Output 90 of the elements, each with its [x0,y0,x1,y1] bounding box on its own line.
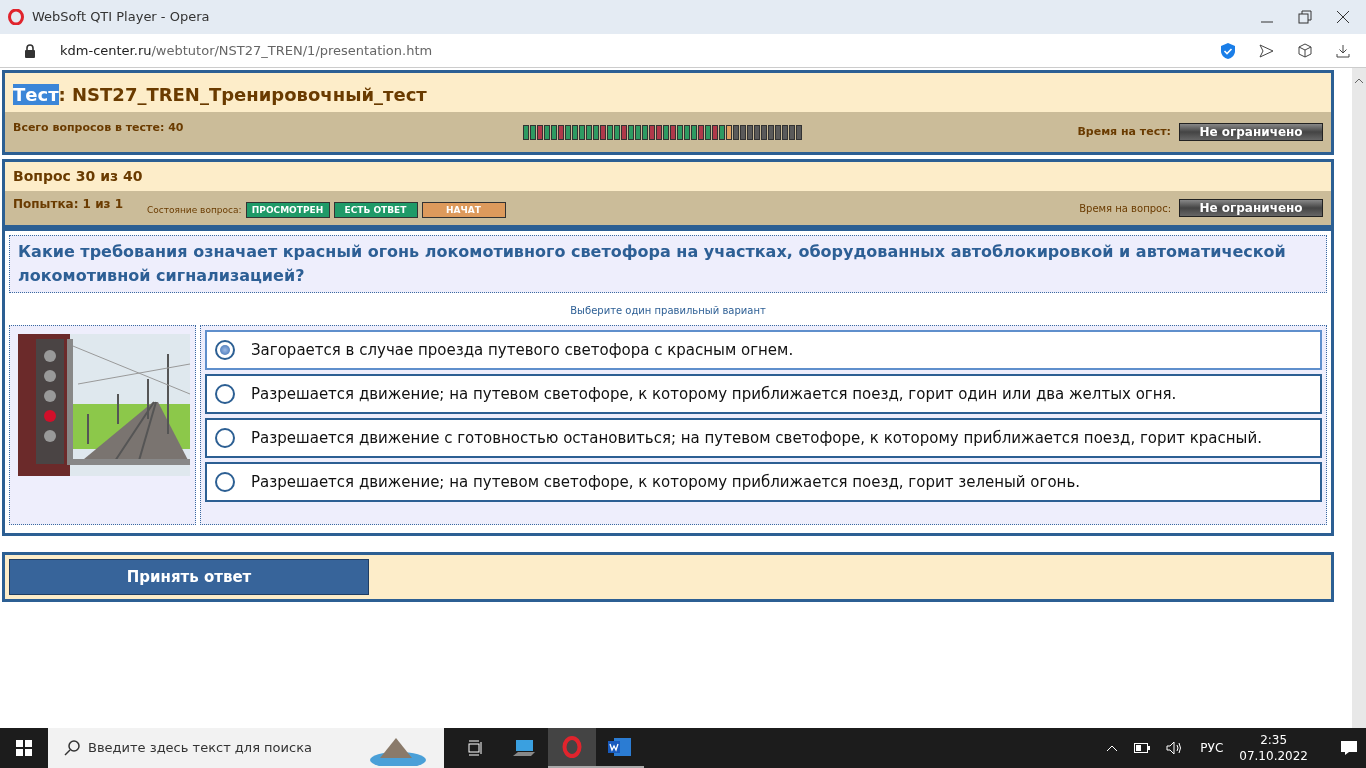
progress-segment[interactable] [656,124,663,140]
download-icon[interactable] [1336,43,1350,58]
progress-segment[interactable] [523,124,530,140]
search-placeholder: Введите здесь текст для поиска [88,739,312,758]
progress-segment[interactable] [719,124,726,140]
radio-button[interactable] [215,428,235,448]
question-text: Какие требования означает красный огонь локомотивного светофора на участках, оборудованных автоблокировкой и автоматической локомотивной сигнализацией? [9,235,1327,293]
progress-segment[interactable] [558,124,565,140]
notification-icon[interactable] [1340,740,1358,756]
radio-button[interactable] [215,472,235,492]
question-state-label: Состояние вопроса: [147,204,242,218]
progress-segment[interactable] [698,124,705,140]
question-state-tag: ПРОСМОТРЕН [245,202,330,218]
progress-segment[interactable] [649,124,656,140]
test-time-label: Время на тест: [1077,123,1171,140]
answer-text: Разрешается движение; на путевом светофоре, к которому приближается поезд, горит зеленый огонь. [251,471,1080,493]
radio-button[interactable] [215,384,235,404]
progress-segment[interactable] [740,124,747,140]
answer-text: Загорается в случае проезда путевого светофора с красным огнем. [251,339,794,361]
radio-button[interactable] [215,340,235,360]
clock-time[interactable]: 2:35 [1260,732,1288,748]
answer-option[interactable]: Разрешается движение; на путевом светофоре, к которому приближается поезд, горит один или два желтых огня. [205,374,1322,414]
answer-option[interactable]: Разрешается движение; на путевом светофоре, к которому приближается поезд, горит зеленый огонь. [205,462,1322,502]
progress-segment[interactable] [628,124,635,140]
progress-segment[interactable] [747,124,754,140]
progress-segment[interactable] [579,124,586,140]
send-icon[interactable] [1259,43,1274,58]
progress-segment[interactable] [663,124,670,140]
close-icon[interactable] [1336,10,1350,24]
browser-logo-icon [8,9,24,25]
progress-segment[interactable] [621,124,628,140]
progress-segment[interactable] [677,124,684,140]
task-view-icon[interactable] [468,740,484,756]
test-title-prefix: Тест [13,84,59,105]
progress-segment[interactable] [789,124,796,140]
answer-text: Разрешается движение; на путевом светофоре, к которому приближается поезд, горит один или два желтых огня. [251,383,1177,405]
submit-answer-button[interactable]: Принять ответ [9,559,369,595]
progress-segment[interactable] [684,124,691,140]
lock-icon [24,43,36,58]
progress-segment[interactable] [691,124,698,140]
progress-segment[interactable] [796,124,803,140]
progress-segment[interactable] [614,124,621,140]
window-title: WebSoft QTI Player - Opera [32,8,210,27]
progress-segment[interactable] [726,124,733,140]
progress-segment[interactable] [600,124,607,140]
question-state-tag: ЕСТЬ ОТВЕТ [333,202,418,218]
language-indicator[interactable]: РУС [1200,739,1224,757]
question-state-tag: НАЧАТ [421,202,506,218]
progress-segment[interactable] [782,124,789,140]
url-text[interactable]: kdm-center.ru/webtutor/NST27_TREN/1/presentation.htm [60,40,433,61]
progress-segment[interactable] [761,124,768,140]
battery-icon[interactable] [1134,743,1151,753]
progress-segment[interactable] [565,124,572,140]
progress-segment[interactable] [733,124,740,140]
progress-segment[interactable] [537,124,544,140]
clock-date[interactable]: 07.10.2022 [1239,748,1308,764]
shield-check-icon[interactable] [1221,42,1235,59]
test-time-value: Не ограничено [1179,123,1323,141]
total-questions-label: Всего вопросов в тесте: 40 [13,120,184,136]
taskbar-search-field[interactable]: Введите здесь текст для поиска [48,728,444,768]
progress-segment[interactable] [754,124,761,140]
instruction-text: Выберите один правильный вариант [570,305,766,316]
restore-icon[interactable] [1298,10,1312,24]
question-number: Вопрос 30 из 40 [13,168,143,184]
question-time-value: Не ограничено [1179,199,1323,217]
chevron-up-icon[interactable] [1106,744,1119,752]
start-icon[interactable] [16,740,32,756]
attempt-label: Попытка: 1 из 1 [13,196,124,213]
question-time-label: Время на вопрос: [1079,201,1171,216]
progress-segment[interactable] [593,124,600,140]
cube-icon[interactable] [1298,43,1312,58]
progress-segment[interactable] [607,124,614,140]
progress-segment[interactable] [544,124,551,140]
progress-segment[interactable] [775,124,782,140]
progress-segment[interactable] [586,124,593,140]
progress-segment[interactable] [705,124,712,140]
answer-text: Разрешается движение с готовностью остановиться; на путевом светофоре, к которому приближается поезд, горит красный. [251,427,1262,449]
progress-segment[interactable] [768,124,775,140]
word-processor-icon[interactable] [608,737,632,757]
progress-segment[interactable] [530,124,537,140]
progress-segment[interactable] [551,124,558,140]
progress-segment[interactable] [642,124,649,140]
progress-segment[interactable] [712,124,719,140]
progress-segment[interactable] [670,124,677,140]
answer-option[interactable]: Разрешается движение с готовностью остановиться; на путевом светофоре, к которому приближается поезд, горит красный. [205,418,1322,458]
search-icon [64,740,80,756]
computer-icon[interactable] [513,739,535,757]
progress-segment[interactable] [572,124,579,140]
answer-option[interactable]: Загорается в случае проезда путевого светофора с красным огнем. [205,330,1322,370]
progress-segment[interactable] [635,124,642,140]
